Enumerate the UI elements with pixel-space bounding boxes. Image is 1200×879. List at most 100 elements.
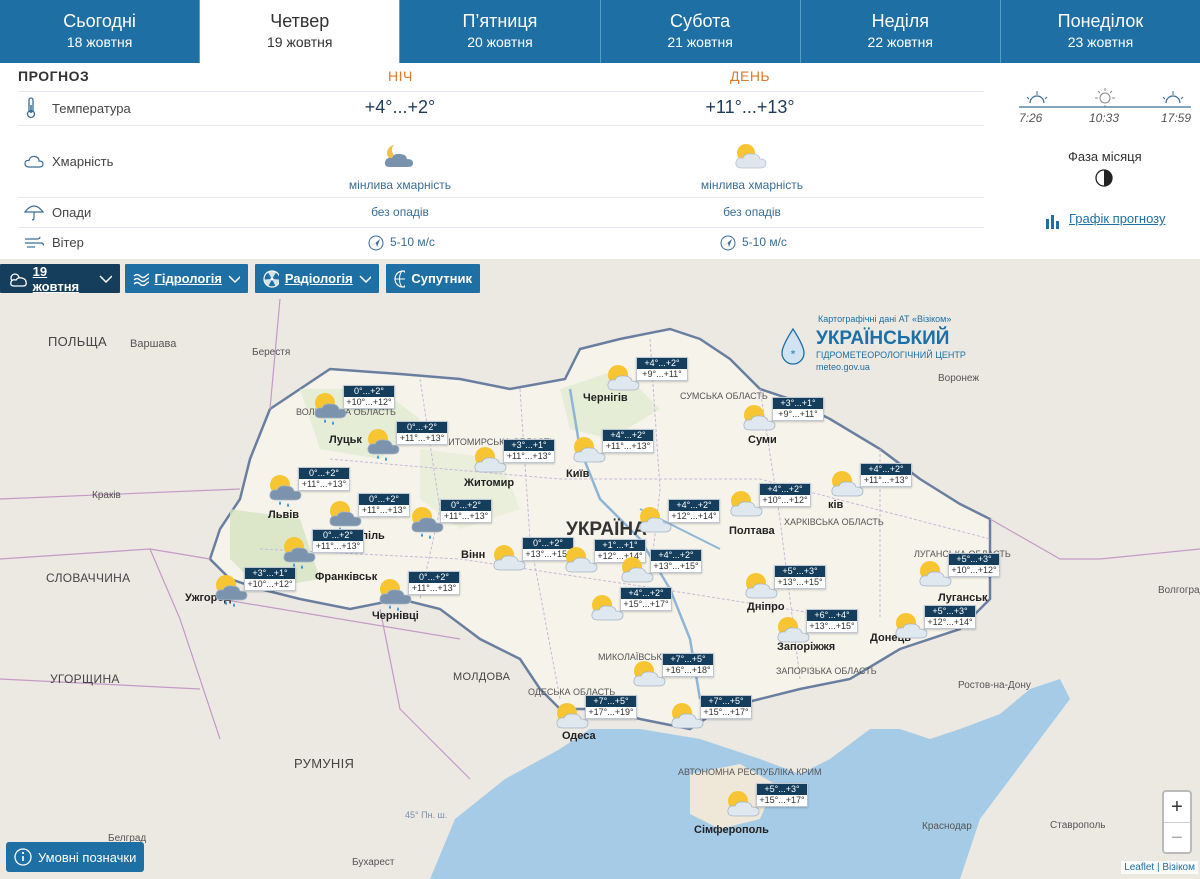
tab-day-label: П’ятниця: [462, 11, 538, 31]
partly-cloudy-icon: [10, 272, 27, 287]
station-day-temp: +11°...+13°: [443, 511, 489, 521]
tab-day-label: Неділя: [871, 11, 929, 31]
station-temp-box: 0°...+2° +11°...+13°: [358, 493, 410, 517]
globe-icon: [394, 269, 406, 288]
station-temp-box: +5°...+3° +15°...+17°: [756, 783, 808, 807]
night-clouds: мінлива хмарність: [348, 178, 452, 192]
satellite-button[interactable]: Супутник: [386, 264, 480, 293]
water-drop-icon: *: [781, 328, 805, 365]
country-ukraine: УКРАЇНА: [566, 519, 647, 540]
station-temp-box: +5°...+3° +10°...+12°: [948, 553, 1000, 577]
station-night-temp: 0°...+2°: [441, 500, 491, 511]
legend-label: Умовні позначки: [38, 849, 137, 865]
divider: [18, 91, 984, 92]
station-day-temp: +9°...+11°: [642, 369, 682, 379]
country-hungary: УГОРЩИНА: [50, 672, 120, 686]
tab-today[interactable]: Сьогодні 18 жовтня: [0, 0, 201, 63]
info-icon: [14, 848, 32, 866]
city-simferopol: Сімферополь: [694, 824, 769, 836]
station-temp-box: +4°...+2° +15°...+17°: [620, 587, 672, 611]
country-poland: ПОЛЬЩА: [48, 334, 108, 349]
station-day-temp: +15°...+17°: [703, 707, 749, 717]
place-parallel: 45° Пн. ш.: [405, 810, 448, 820]
tab-monday[interactable]: Понеділок 23 жовтня: [1001, 0, 1200, 63]
sun-times: 7:26 10:33 17:59: [1015, 85, 1195, 130]
map-attribution[interactable]: Leaflet | Візіком: [1121, 861, 1198, 874]
radiology-select[interactable]: Радіологія: [255, 264, 379, 293]
waves-icon: [133, 273, 149, 286]
sunrise-time: 7:26: [1019, 111, 1043, 125]
station-day-temp: +13°...+15°: [653, 561, 699, 571]
station-temp-box: +3°...+1° +9°...+11°: [772, 397, 824, 421]
logo-line2: ГІДРОМЕТЕОРОЛОГІЧНИЙ ЦЕНТР: [816, 350, 966, 360]
station-night-temp: +4°...+2°: [669, 500, 719, 511]
station-temp-box: +3°...+1° +10°...+12°: [244, 567, 296, 591]
zoom-control: + −: [1162, 790, 1192, 854]
crimea-label: АВТОНОМНА РЕСПУБЛІКА КРИМ: [678, 767, 822, 777]
station-day-temp: +11°...+13°: [605, 441, 651, 451]
night-precip: без опадів: [371, 205, 429, 219]
station-night-temp: +7°...+5°: [701, 696, 751, 707]
wind-direction-icon: [720, 235, 736, 251]
station-temp-box: +6°...+4° +13°...+15°: [806, 609, 858, 633]
station-day-temp: +11°...+13°: [411, 583, 457, 593]
divider: [18, 125, 984, 126]
city-poltava: Полтава: [729, 525, 775, 537]
weather-map[interactable]: 19 жовтня Гідрологія Радіологія Супутник…: [0, 259, 1200, 879]
station-night-temp: +4°...+2°: [603, 430, 653, 441]
city-ivano: Франківськ: [315, 571, 378, 583]
station-temp-box: +4°...+2° +11°...+13°: [860, 463, 912, 487]
chevron-down-icon: [228, 274, 240, 283]
station-temp-box: +4°...+2° +11°...+13°: [602, 429, 654, 453]
cloud-icon: [24, 155, 44, 168]
forecast-title: ПРОГНОЗ: [18, 68, 90, 84]
station-temp-box: 0°...+2° +11°...+13°: [440, 499, 492, 523]
station-night-temp: +3°...+1°: [504, 440, 554, 451]
zoom-out-button[interactable]: −: [1164, 822, 1190, 852]
station-night-temp: +7°...+5°: [586, 696, 636, 707]
chevron-down-icon: [359, 274, 371, 283]
forecast-graph-link[interactable]: Графік прогнозу: [1069, 211, 1165, 226]
day-temperature: +11°...+13°: [705, 97, 795, 117]
station-night-temp: +7°...+5°: [663, 654, 713, 665]
day-clouds: мінлива хмарність: [700, 178, 804, 192]
tab-date-label: 19 жовтня: [267, 34, 333, 50]
station-day-temp: +13°...+15°: [809, 621, 855, 631]
tab-friday[interactable]: П’ятниця 20 жовтня: [400, 0, 601, 63]
station-night-temp: 0°...+2°: [313, 530, 363, 541]
station-day-temp: +15°...+17°: [759, 795, 805, 805]
station-day-temp: +11°...+13°: [361, 505, 407, 515]
radiology-label: Радіологія: [284, 271, 353, 286]
logo-url: meteo.gov.ua: [816, 362, 870, 372]
tab-date-label: 20 жовтня: [467, 34, 533, 50]
tab-day-label: Четвер: [270, 11, 330, 31]
place-warsaw: Варшава: [130, 338, 177, 350]
station-night-temp: 0°...+2°: [359, 494, 409, 505]
station-day-temp: +10°...+12°: [346, 397, 392, 407]
place-krakow: Краків: [92, 490, 121, 501]
tab-date-label: 18 жовтня: [66, 34, 133, 50]
country-moldova: МОЛДОВА: [453, 671, 511, 683]
tab-sunday[interactable]: Неділя 22 жовтня: [801, 0, 1001, 63]
tab-saturday[interactable]: Субота 21 жовтня: [601, 0, 801, 63]
station-night-temp: +5°...+3°: [757, 784, 807, 795]
country-romania: РУМУНІЯ: [294, 756, 355, 771]
moon-cloud-icon: [384, 143, 413, 167]
station-night-temp: 0°...+2°: [344, 386, 394, 397]
station-day-temp: +10°...+12°: [762, 495, 808, 505]
station-temp-box: +4°...+2° +13°...+15°: [650, 549, 702, 573]
city-vinnytsia: Вінн: [461, 549, 486, 561]
station-day-temp: +10°...+12°: [951, 565, 997, 575]
map-date-select[interactable]: 19 жовтня: [0, 264, 120, 294]
station-night-temp: 0°...+2°: [397, 422, 447, 433]
night-header: НІЧ: [388, 68, 413, 84]
hydrology-label: Гідрологія: [154, 271, 222, 286]
tab-date-label: 23 жовтня: [1067, 34, 1134, 50]
hydrology-select[interactable]: Гідрологія: [125, 264, 248, 293]
zoom-in-button[interactable]: +: [1164, 792, 1190, 822]
sunset-time: 17:59: [1161, 111, 1192, 125]
station-temp-box: 0°...+2° +11°...+13°: [312, 529, 364, 553]
station-temp-box: +7°...+5° +16°...+18°: [662, 653, 714, 677]
tab-thursday[interactable]: Четвер 19 жовтня: [200, 0, 401, 63]
legend-button[interactable]: Умовні позначки: [6, 842, 145, 872]
